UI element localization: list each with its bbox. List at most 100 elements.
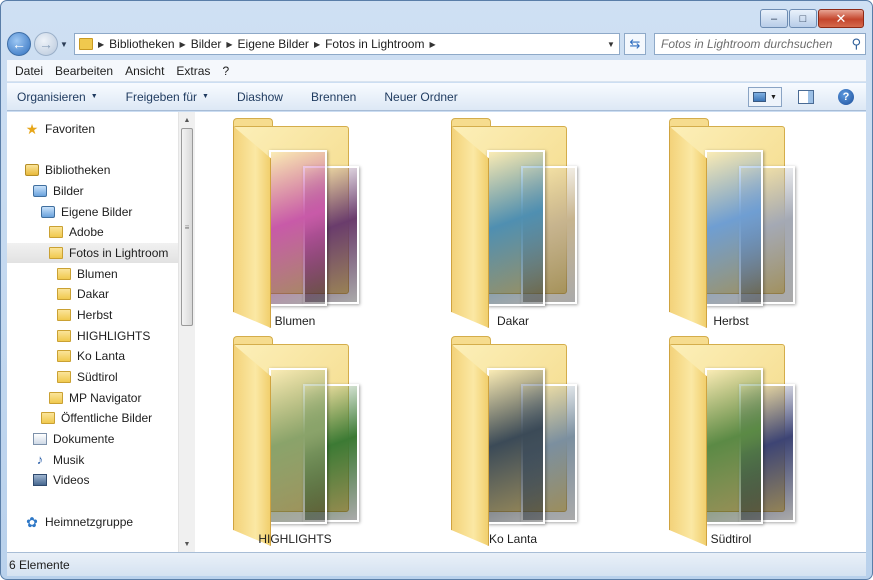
chevron-right-icon[interactable]: ▶ xyxy=(98,40,104,49)
scroll-up-arrow[interactable]: ▲ xyxy=(179,112,195,128)
nav-item-ko-lanta[interactable]: Ko Lanta xyxy=(57,346,125,366)
nav-label: Ko Lanta xyxy=(77,349,126,363)
back-button[interactable]: ← xyxy=(7,32,31,56)
nav-label: Heimnetzgruppe xyxy=(45,515,134,529)
folder-icon xyxy=(57,330,71,342)
menu-bearbeiten[interactable]: Bearbeiten xyxy=(55,64,113,78)
nav-item-documents[interactable]: Dokumente xyxy=(33,429,114,449)
nav-item-highlights[interactable]: HIGHLIGHTS xyxy=(57,326,150,346)
address-row: ← → ▼ ▶ Bibliotheken ▶ Bilder ▶ Eigene B… xyxy=(7,30,866,58)
folder-icon xyxy=(79,38,93,50)
nav-item-homegroup[interactable]: ✿ Heimnetzgruppe xyxy=(25,512,133,532)
help-icon[interactable]: ? xyxy=(838,89,854,105)
library-icon xyxy=(25,164,39,176)
explorer-window: – □ ✕ ← → ▼ ▶ Bibliotheken ▶ Bilder ▶ Ei… xyxy=(0,0,873,580)
nav-label: Öffentliche Bilder xyxy=(61,411,153,425)
maximize-button[interactable]: □ xyxy=(789,9,817,28)
address-bar[interactable]: ▶ Bibliotheken ▶ Bilder ▶ Eigene Bilder … xyxy=(74,33,620,55)
breadcrumb-bibliotheken[interactable]: Bibliotheken xyxy=(109,37,174,51)
nav-item-herbst[interactable]: Herbst xyxy=(57,305,112,325)
nav-item-public-pictures[interactable]: Öffentliche Bilder xyxy=(41,408,152,428)
nav-label: Dokumente xyxy=(53,432,115,446)
menu-datei[interactable]: Datei xyxy=(15,64,43,78)
folder-front xyxy=(451,344,489,546)
search-icon[interactable]: ⚲ xyxy=(851,36,861,52)
item-count: 6 Elemente xyxy=(9,557,70,572)
nav-label: Adobe xyxy=(69,225,104,239)
slideshow-button[interactable]: Diashow xyxy=(237,90,283,104)
nav-item-fotos-in-lightroom[interactable]: Fotos in Lightroom xyxy=(7,243,178,263)
pictures-icon xyxy=(33,185,47,197)
photo-thumbnail xyxy=(487,150,545,306)
close-button[interactable]: ✕ xyxy=(818,9,864,28)
star-icon: ★ xyxy=(25,121,39,137)
arrow-right-icon: → xyxy=(39,36,53,52)
music-icon: ♪ xyxy=(36,452,44,467)
nav-item-blumen[interactable]: Blumen xyxy=(57,264,118,284)
nav-label: Südtirol xyxy=(77,370,118,384)
nav-item-suedtirol[interactable]: Südtirol xyxy=(57,367,118,387)
nav-item-dakar[interactable]: Dakar xyxy=(57,284,109,304)
caption-buttons: – □ ✕ xyxy=(760,9,864,28)
recent-pages-dropdown[interactable]: ▼ xyxy=(60,40,70,49)
search-input[interactable] xyxy=(661,37,841,51)
folder-item[interactable]: HIGHLIGHTS xyxy=(195,334,395,552)
nav-label: Bibliotheken xyxy=(45,163,111,177)
minimize-button[interactable]: – xyxy=(760,9,788,28)
chevron-right-icon[interactable]: ▶ xyxy=(314,40,320,49)
folder-item[interactable]: Südtirol xyxy=(631,334,831,552)
search-box[interactable]: ⚲ xyxy=(654,33,866,55)
nav-item-mp-navigator[interactable]: MP Navigator xyxy=(49,388,141,408)
nav-label: Favoriten xyxy=(45,122,96,136)
folder-name: HIGHLIGHTS xyxy=(258,532,332,546)
folder-front xyxy=(669,344,707,546)
video-icon xyxy=(33,474,47,486)
chevron-right-icon[interactable]: ▶ xyxy=(429,40,435,49)
folder-item[interactable]: Blumen xyxy=(195,116,395,334)
preview-pane-button[interactable] xyxy=(798,90,814,104)
photo-thumbnail xyxy=(705,368,763,524)
menu-help[interactable]: ? xyxy=(222,64,229,78)
nav-item-favorites[interactable]: ★ Favoriten xyxy=(25,119,95,139)
scroll-thumb[interactable]: ≡ xyxy=(181,128,193,326)
nav-item-music[interactable]: ♪ Musik xyxy=(33,450,85,470)
organize-button[interactable]: Organisieren ▼ xyxy=(17,90,98,104)
nav-item-adobe[interactable]: Adobe xyxy=(49,222,104,242)
nav-item-libraries[interactable]: Bibliotheken xyxy=(25,160,110,180)
refresh-button[interactable]: ⇆ xyxy=(624,33,646,55)
folder-content: Blumen Dakar Herbst HIGHLIGHTS Ko Lanta … xyxy=(195,112,866,552)
folder-front xyxy=(233,344,271,546)
nav-item-pictures[interactable]: Bilder xyxy=(33,181,84,201)
folder-item[interactable]: Dakar xyxy=(413,116,613,334)
chevron-right-icon[interactable]: ▶ xyxy=(180,40,186,49)
breadcrumb-bilder[interactable]: Bilder xyxy=(191,37,222,51)
nav-label: Dakar xyxy=(77,287,110,301)
nav-label: Bilder xyxy=(53,184,84,198)
forward-button[interactable]: → xyxy=(34,32,58,56)
command-bar: Organisieren ▼ Freigeben für ▼ Diashow Bre… xyxy=(7,83,866,111)
status-bar: 6 Elemente xyxy=(7,552,866,576)
menu-ansicht[interactable]: Ansicht xyxy=(125,64,164,78)
folder-item[interactable]: Herbst xyxy=(631,116,831,334)
chevron-down-icon: ▼ xyxy=(60,39,68,49)
burn-button[interactable]: Brennen xyxy=(311,90,356,104)
chevron-right-icon[interactable]: ▶ xyxy=(226,40,232,49)
address-dropdown[interactable]: ▼ xyxy=(603,40,619,49)
folder-front xyxy=(233,126,271,328)
chevron-down-icon[interactable]: ▼ xyxy=(770,94,777,101)
new-folder-button[interactable]: Neuer Ordner xyxy=(384,90,457,104)
menu-extras[interactable]: Extras xyxy=(176,64,210,78)
share-button[interactable]: Freigeben für ▼ xyxy=(126,90,209,104)
nav-scrollbar[interactable]: ▲ ≡ ▼ xyxy=(178,112,195,552)
breadcrumb-fotos-in-lightroom[interactable]: Fotos in Lightroom xyxy=(325,37,424,51)
folder-item[interactable]: Ko Lanta xyxy=(413,334,613,552)
scroll-down-arrow[interactable]: ▼ xyxy=(179,536,195,552)
nav-item-videos[interactable]: Videos xyxy=(33,470,89,490)
folder-icon xyxy=(41,412,55,424)
folder-icon xyxy=(57,371,71,383)
change-view-button[interactable]: ▼ xyxy=(748,87,782,107)
photo-thumbnail xyxy=(269,150,327,306)
chevron-down-icon: ▼ xyxy=(90,93,98,100)
nav-item-my-pictures[interactable]: Eigene Bilder xyxy=(41,202,132,222)
breadcrumb-eigene-bilder[interactable]: Eigene Bilder xyxy=(238,37,309,51)
